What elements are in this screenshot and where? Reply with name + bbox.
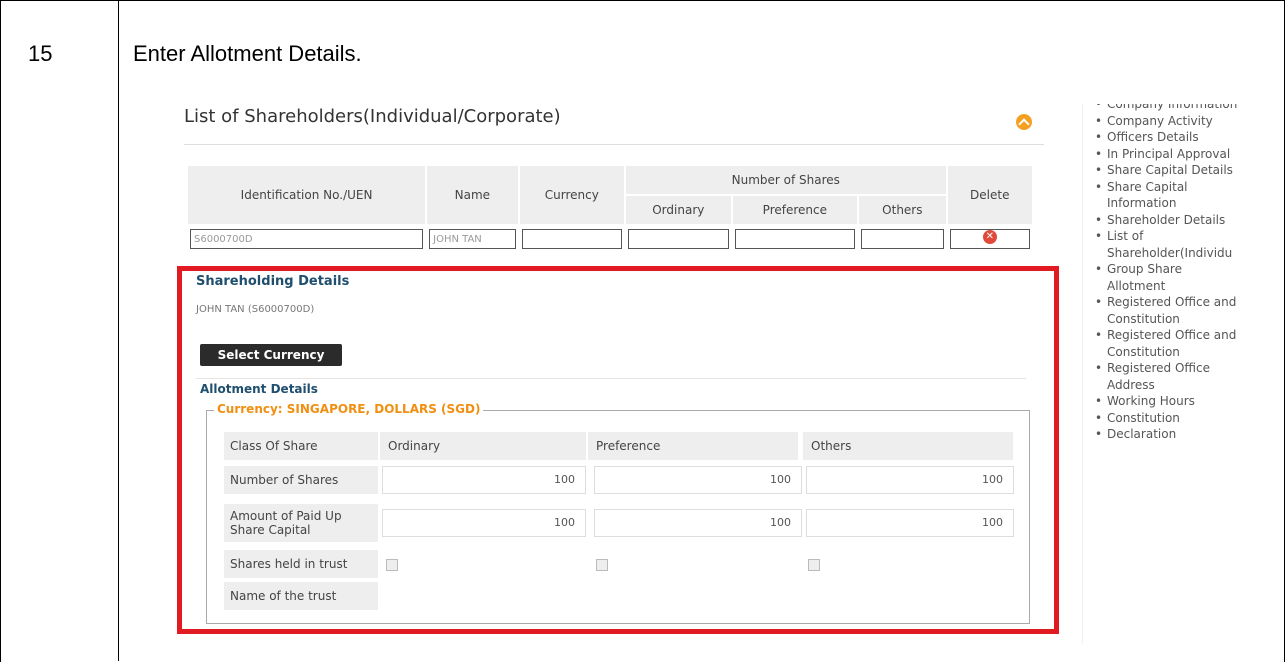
- currency-field[interactable]: [521, 229, 623, 249]
- header-preference: Preference: [730, 194, 860, 226]
- header-currency: Currency: [517, 164, 627, 226]
- label-class-of-share: Class Of Share: [224, 432, 378, 460]
- delete-icon[interactable]: ✕: [982, 230, 997, 244]
- id-field[interactable]: S6000700D: [190, 229, 424, 249]
- ordinary-amount-input[interactable]: 100: [382, 509, 586, 537]
- others-field[interactable]: [861, 229, 944, 249]
- sidebar-item[interactable]: Share Capital Details: [1091, 162, 1238, 179]
- step-number: 15: [28, 41, 53, 66]
- label-amount-paid-up: Amount of Paid Up Share Capital: [224, 504, 378, 542]
- label-trust-name: Name of the trust: [224, 582, 378, 610]
- currency-legend: Currency: SINGAPORE, DOLLARS (SGD): [214, 402, 484, 416]
- label-shares-in-trust: Shares held in trust: [224, 550, 378, 578]
- step-instruction: Enter Allotment Details.: [133, 41, 362, 66]
- others-trust-checkbox[interactable]: [808, 559, 820, 571]
- sidebar-list: Company Information Company Activity Off…: [1091, 104, 1238, 443]
- col-preference: Preference: [588, 432, 798, 460]
- preference-amount-input[interactable]: 100: [594, 509, 802, 537]
- holder-label: JOHN TAN (S6000700D): [196, 304, 315, 315]
- sidebar-item[interactable]: Shareholder Details: [1091, 212, 1238, 229]
- column-divider: [118, 0, 119, 661]
- sidebar-item[interactable]: Constitution: [1091, 410, 1238, 427]
- shareholders-table: Identification No./UEN Name Currency Num…: [185, 164, 1035, 254]
- sidebar-item[interactable]: List of Shareholder(Individu: [1091, 228, 1238, 261]
- ordinary-shares-input[interactable]: 100: [382, 466, 586, 494]
- header-delete: Delete: [945, 164, 1035, 226]
- sidebar-item[interactable]: Registered Office and Constitution: [1091, 327, 1238, 360]
- name-field[interactable]: JOHN TAN: [429, 229, 516, 249]
- col-ordinary: Ordinary: [380, 432, 586, 460]
- ordinary-trust-checkbox[interactable]: [386, 559, 398, 571]
- header-number-of-shares: Number of Shares: [624, 164, 948, 196]
- header-others: Others: [857, 194, 948, 226]
- others-shares-input[interactable]: 100: [806, 466, 1014, 494]
- sidebar-item[interactable]: Group Share Allotment: [1091, 261, 1238, 294]
- col-others: Others: [803, 432, 1013, 460]
- main-panel: List of Shareholders(Individual/Corporat…: [158, 104, 1070, 644]
- header-ordinary: Ordinary: [624, 194, 733, 226]
- preference-field[interactable]: [734, 229, 856, 249]
- table-row: S6000700D JOHN TAN ✕: [185, 224, 1035, 254]
- sidebar-nav: Company Information Company Activity Off…: [1082, 104, 1238, 644]
- screenshot: List of Shareholders(Individual/Corporat…: [158, 104, 1238, 644]
- others-amount-input[interactable]: 100: [806, 509, 1014, 537]
- sidebar-item[interactable]: Share Capital Information: [1091, 179, 1238, 212]
- sidebar-item[interactable]: Company Activity: [1091, 113, 1238, 130]
- shareholding-title: Shareholding Details: [196, 274, 350, 289]
- collapse-icon[interactable]: [1016, 114, 1032, 130]
- sidebar-item[interactable]: Registered Office and Constitution: [1091, 294, 1238, 327]
- sidebar-item[interactable]: Registered Office Address: [1091, 360, 1238, 393]
- sidebar-item[interactable]: Declaration: [1091, 426, 1238, 443]
- ordinary-field[interactable]: [628, 229, 729, 249]
- sidebar-item[interactable]: In Principal Approval: [1091, 146, 1238, 163]
- header-id: Identification No./UEN: [185, 164, 428, 226]
- sidebar-item[interactable]: Officers Details: [1091, 129, 1238, 146]
- preference-trust-checkbox[interactable]: [596, 559, 608, 571]
- label-number-of-shares: Number of Shares: [224, 466, 378, 494]
- select-currency-button[interactable]: Select Currency: [200, 344, 342, 366]
- delete-cell: ✕: [949, 229, 1030, 249]
- divider: [184, 144, 1044, 145]
- sidebar-item[interactable]: Working Hours: [1091, 393, 1238, 410]
- sidebar-item[interactable]: Company Information: [1091, 104, 1238, 113]
- preference-shares-input[interactable]: 100: [594, 466, 802, 494]
- divider: [196, 378, 1026, 379]
- panel-title: List of Shareholders(Individual/Corporat…: [184, 106, 561, 127]
- allotment-title: Allotment Details: [200, 382, 318, 396]
- header-name: Name: [425, 164, 520, 226]
